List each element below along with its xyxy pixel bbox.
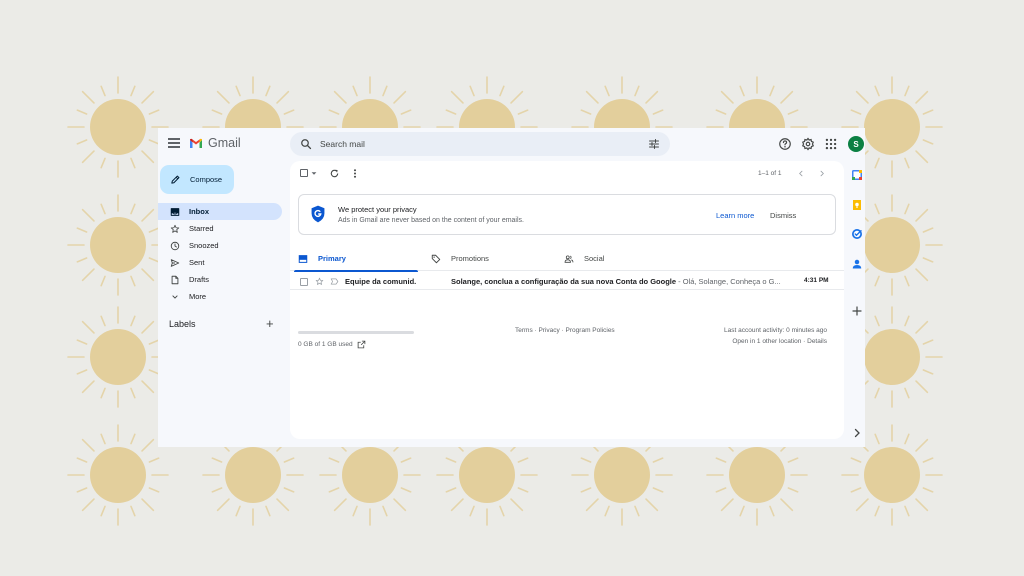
search-options-icon[interactable] (648, 138, 660, 150)
tab-promotions[interactable]: Promotions (423, 246, 551, 271)
sidebar-item-label: Drafts (189, 275, 210, 284)
select-dropdown-icon[interactable] (311, 171, 317, 176)
email-snippet: Solange, conclua a configuração da sua n… (451, 277, 781, 286)
sidebar-item-sent[interactable]: Sent (158, 254, 282, 271)
inbox-icon (298, 254, 308, 263)
people-icon (564, 254, 574, 263)
search-input[interactable] (320, 139, 620, 149)
labels-heading: Labels (169, 319, 196, 329)
select-all-checkbox[interactable] (300, 169, 308, 177)
clock-icon (170, 241, 180, 250)
app-name: Gmail (208, 136, 241, 150)
sidebar-item-label: More (189, 292, 207, 301)
tab-primary[interactable]: Primary (290, 246, 418, 272)
chevron-right-icon[interactable] (851, 427, 863, 439)
help-icon[interactable] (778, 137, 792, 151)
sun-decoration (67, 194, 169, 296)
learn-more-link[interactable]: Learn more (716, 211, 754, 220)
mail-toolbar: 1–1 of 1 (290, 161, 844, 185)
star-icon[interactable] (315, 277, 324, 286)
sidebar-item-starred[interactable]: Starred (158, 220, 282, 237)
mail-list-panel: 1–1 of 1 We protect your privacy Ads in … (290, 161, 844, 439)
email-checkbox[interactable] (300, 278, 308, 286)
send-icon (170, 258, 180, 267)
footer-links[interactable]: Terms · Privacy · Program Policies (515, 327, 615, 334)
keep-icon[interactable] (851, 199, 863, 211)
sidebar-item-label: Starred (189, 224, 214, 233)
account-activity: Last account activity: 0 minutes ago Ope… (724, 327, 827, 345)
sidebar-item-more[interactable]: More (158, 288, 282, 305)
tab-social[interactable]: Social (556, 246, 684, 271)
open-in-new-icon[interactable] (357, 340, 366, 349)
chevron-down-icon (172, 294, 178, 299)
details-link[interactable]: Details (807, 338, 827, 345)
shield-icon (311, 205, 325, 223)
other-location-text: Open in 1 other location · (732, 338, 808, 345)
sidebar-item-label: Sent (189, 258, 205, 267)
pagination-text: 1–1 of 1 (758, 170, 782, 177)
draft-icon (171, 275, 179, 284)
sidebar-item-label: Snoozed (189, 241, 219, 250)
email-row[interactable]: Equipe da comunid. Solange, conclua a co… (290, 273, 844, 290)
banner-text: Ads in Gmail are never based on the cont… (338, 217, 524, 224)
main-menu-icon[interactable] (168, 138, 180, 148)
category-tabs: Primary Promotions Social (290, 246, 844, 272)
apps-grid-icon[interactable] (824, 137, 838, 151)
gmail-m-icon (190, 138, 202, 148)
tab-label: Social (584, 254, 605, 263)
gmail-window: Gmail Search mail S Compose Inbox Starre… (158, 128, 865, 447)
search-bar[interactable] (290, 132, 670, 156)
banner-title: We protect your privacy (338, 205, 417, 214)
email-preview: - Olá, Solange, Conheça o G... (676, 277, 781, 286)
inbox-icon (170, 207, 180, 216)
search-icon[interactable] (300, 138, 312, 150)
star-icon (170, 224, 180, 233)
settings-icon[interactable] (801, 137, 815, 151)
add-icon[interactable] (851, 305, 863, 317)
email-time: 4:31 PM (804, 277, 829, 284)
email-sender: Equipe da comunid. (345, 277, 417, 286)
sidebar-item-label: Inbox (189, 207, 209, 216)
email-subject: Solange, conclua a configuração da sua n… (451, 277, 677, 286)
storage-text: 0 GB of 1 GB used (298, 341, 353, 348)
sidebar-nav: Inbox Starred Snoozed Sent Drafts More (158, 203, 282, 305)
account-avatar[interactable]: S (848, 136, 864, 152)
last-activity-text: Last account activity: 0 minutes ago (724, 327, 827, 334)
importance-marker-icon[interactable] (330, 277, 339, 286)
tag-icon (431, 254, 441, 263)
side-panel (849, 164, 865, 447)
privacy-banner: We protect your privacy Ads in Gmail are… (298, 194, 836, 235)
older-page-icon[interactable] (818, 169, 826, 178)
compose-button[interactable]: Compose (160, 165, 234, 194)
storage-info: 0 GB of 1 GB used (298, 340, 366, 349)
sidebar-item-drafts[interactable]: Drafts (158, 271, 282, 288)
sidebar-item-inbox[interactable]: Inbox (158, 203, 282, 220)
sidebar-item-snoozed[interactable]: Snoozed (158, 237, 282, 254)
add-label-icon[interactable]: + (266, 316, 274, 331)
sun-decoration (67, 306, 169, 408)
pencil-icon (171, 175, 180, 184)
storage-meter (298, 331, 414, 334)
more-options-icon[interactable] (352, 168, 358, 179)
sun-decoration (67, 424, 169, 526)
gmail-logo[interactable]: Gmail (189, 136, 241, 150)
tab-label: Primary (318, 254, 346, 263)
compose-label: Compose (190, 175, 223, 184)
newer-page-icon[interactable] (797, 169, 805, 178)
refresh-icon[interactable] (329, 168, 340, 179)
tab-label: Promotions (451, 254, 489, 263)
top-bar: Gmail Search mail S (158, 128, 865, 160)
tasks-icon[interactable] (851, 228, 863, 240)
calendar-icon[interactable] (851, 169, 863, 181)
dismiss-button[interactable]: Dismiss (770, 211, 796, 220)
contacts-icon[interactable] (851, 258, 863, 270)
sun-decoration (67, 76, 169, 178)
